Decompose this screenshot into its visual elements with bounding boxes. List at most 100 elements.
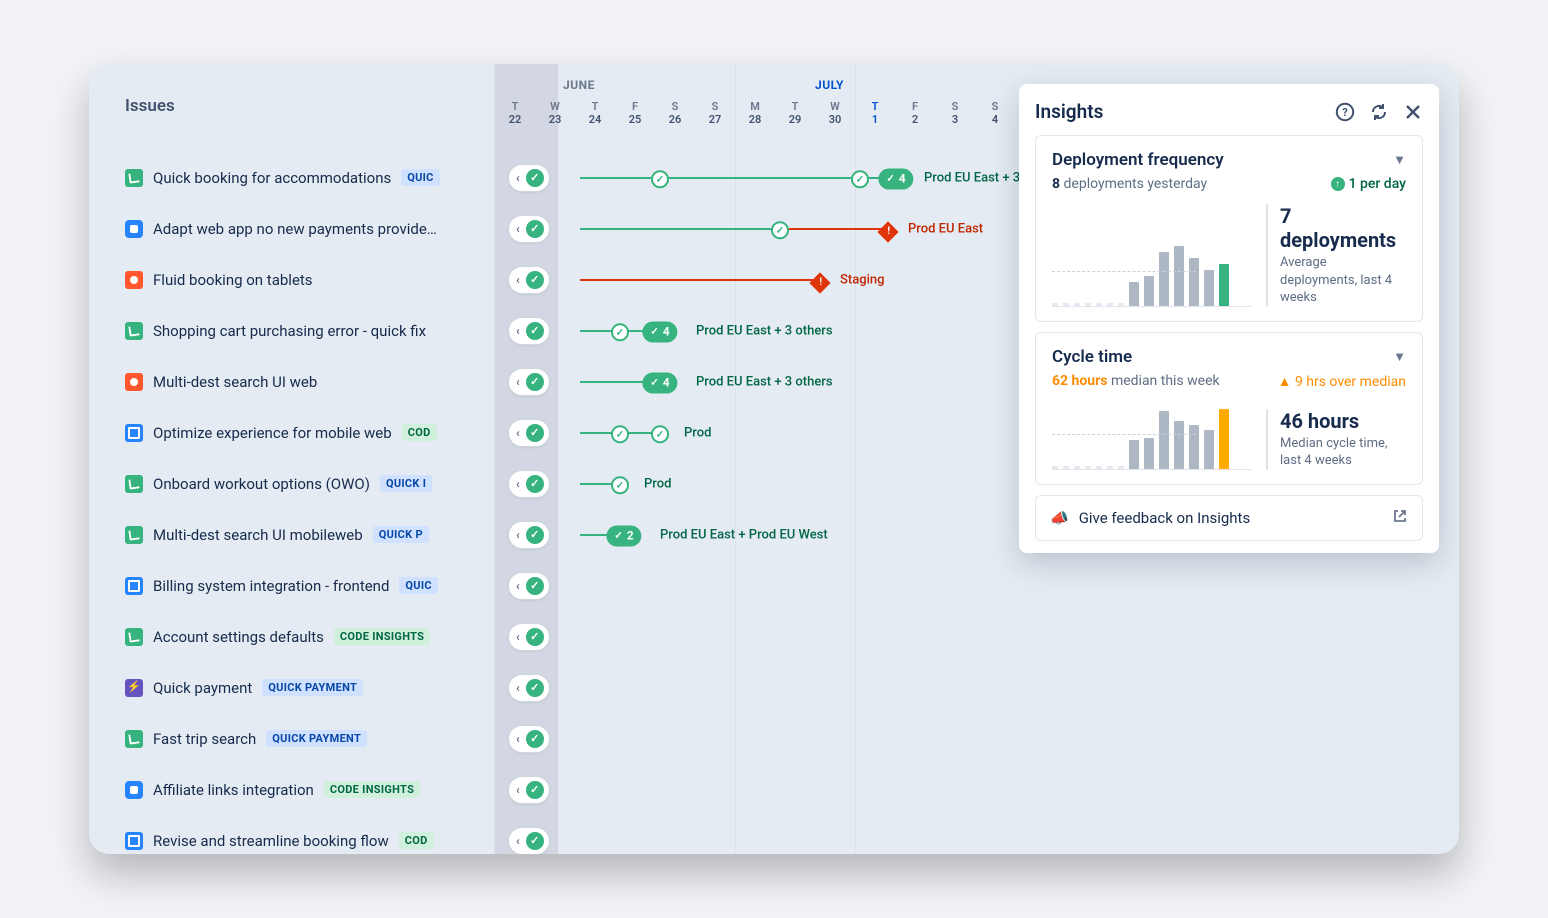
issue-badge: QUIC (401, 169, 439, 186)
issue-row[interactable]: Onboard workout options (OWO)QUICK I (125, 458, 495, 509)
check-outline-icon (611, 323, 629, 341)
issues-column-header: Issues (125, 96, 175, 116)
issue-title: Multi-dest search UI web (153, 373, 317, 391)
collapse-pill[interactable]: ‹ (508, 674, 550, 702)
deploy-metric-big: 7 deployments (1280, 204, 1406, 252)
issue-row[interactable]: Quick paymentQUICK PAYMENT (125, 662, 495, 713)
issue-row[interactable]: Quick booking for accommodations QUIC (125, 152, 495, 203)
check-icon (526, 679, 544, 697)
timeline-segment (580, 381, 652, 383)
check-icon (526, 526, 544, 544)
chevron-down-icon[interactable]: ▼ (1393, 349, 1406, 365)
svg-text:?: ? (1342, 106, 1348, 119)
issue-row[interactable]: Fast trip searchQUICK PAYMENT (125, 713, 495, 764)
check-icon (526, 730, 544, 748)
timeline-row: ‹ (495, 560, 1459, 611)
refresh-icon[interactable] (1369, 102, 1389, 122)
cycle-time-card[interactable]: Cycle time ▼ 62 hours median this week ▲… (1035, 332, 1423, 485)
issue-badge: QUICK PAYMENT (262, 679, 363, 696)
chevron-left-icon: ‹ (514, 222, 522, 236)
timeline-row: ‹ (495, 713, 1459, 764)
issues-list: Quick booking for accommodations QUIC Adap… (125, 152, 495, 854)
check-outline-icon (651, 425, 669, 443)
insights-panel: Insights ? Deployment frequency ▼ 8 depl… (1019, 84, 1439, 553)
issue-row[interactable]: Shopping cart purchasing error - quick f… (125, 305, 495, 356)
collapse-pill[interactable]: ‹ (508, 419, 550, 447)
collapse-pill[interactable]: ‹ (508, 623, 550, 651)
day-column: S3 (935, 100, 975, 126)
check-icon (526, 322, 544, 340)
collapse-pill[interactable]: ‹ (508, 368, 550, 396)
chart-bar (1204, 270, 1214, 306)
story-icon (125, 526, 143, 544)
issue-row[interactable]: Billing system integration - frontendQUI… (125, 560, 495, 611)
error-diamond-icon: ! (877, 221, 898, 242)
collapse-pill[interactable]: ‹ (508, 215, 550, 243)
issue-row[interactable]: Adapt web app no new payments provide… (125, 203, 495, 254)
chevron-down-icon[interactable]: ▼ (1393, 152, 1406, 168)
deployment-count-pill: 4 (642, 321, 677, 342)
environment-label: Prod EU East (908, 221, 983, 236)
issue-badge: COD (399, 832, 434, 849)
bug-icon (125, 271, 143, 289)
bug-icon (125, 373, 143, 391)
collapse-pill[interactable]: ‹ (508, 572, 550, 600)
chevron-left-icon: ‹ (514, 171, 522, 185)
issue-row[interactable]: Affiliate links integrationCODE INSIGHTS (125, 764, 495, 815)
collapse-pill[interactable]: ‹ (508, 470, 550, 498)
feedback-link[interactable]: 📣Give feedback on Insights (1035, 495, 1423, 541)
day-column: W23 (535, 100, 575, 126)
deploy-metric-caption: Average deployments, last 4 weeks (1280, 254, 1406, 307)
deploy-count-number: 8 (1052, 176, 1060, 192)
timeline-row: ‹ (495, 611, 1459, 662)
close-icon[interactable] (1403, 102, 1423, 122)
timeline-row: ‹ (495, 764, 1459, 815)
collapse-pill[interactable]: ‹ (508, 164, 550, 192)
collapse-pill[interactable]: ‹ (508, 827, 550, 855)
collapse-pill[interactable]: ‹ (508, 266, 550, 294)
feature-icon (125, 781, 143, 799)
cycle-metric-caption: Median cycle time, last 4 weeks (1280, 435, 1406, 470)
check-outline-icon (611, 425, 629, 443)
issue-title: Quick booking for accommodations (153, 169, 391, 187)
month-label-june: JUNE (563, 78, 595, 92)
check-icon (526, 832, 544, 850)
issue-row[interactable]: Fluid booking on tablets (125, 254, 495, 305)
issue-title: Billing system integration - frontend (153, 577, 389, 595)
collapse-pill[interactable]: ‹ (508, 521, 550, 549)
chart-bar (1159, 411, 1169, 469)
issue-title: Fluid booking on tablets (153, 271, 313, 289)
collapse-pill[interactable]: ‹ (508, 776, 550, 804)
collapse-pill[interactable]: ‹ (508, 317, 550, 345)
timeline-segment (580, 177, 660, 179)
chevron-left-icon: ‹ (514, 681, 522, 695)
issue-row[interactable]: Revise and streamline booking flowCOD (125, 815, 495, 854)
deployment-count-pill: 2 (606, 525, 641, 546)
deployment-frequency-card[interactable]: Deployment frequency ▼ 8 deployments yes… (1035, 135, 1423, 322)
day-column: W30 (815, 100, 855, 126)
chart-bar (1204, 430, 1214, 469)
issue-badge: CODE INSIGHTS (324, 781, 420, 798)
day-column: T1 (855, 100, 895, 126)
check-icon (526, 220, 544, 238)
chart-bar (1189, 425, 1199, 469)
chevron-left-icon: ‹ (514, 630, 522, 644)
feedback-text: Give feedback on Insights (1079, 509, 1251, 527)
issue-row[interactable]: Account settings defaultsCODE INSIGHTS (125, 611, 495, 662)
collapse-pill[interactable]: ‹ (508, 725, 550, 753)
story-icon (125, 628, 143, 646)
issue-badge: QUICK P (373, 526, 429, 543)
issue-row[interactable]: Multi-dest search UI mobilewebQUICK P (125, 509, 495, 560)
help-icon[interactable]: ? (1335, 102, 1355, 122)
issue-title: Optimize experience for mobile web (153, 424, 392, 442)
day-column: T24 (575, 100, 615, 126)
task-icon (125, 424, 143, 442)
chevron-left-icon: ‹ (514, 528, 522, 542)
task-icon (125, 577, 143, 595)
story-icon (125, 730, 143, 748)
insights-title: Insights (1035, 100, 1103, 123)
issue-row[interactable]: Optimize experience for mobile webCOD (125, 407, 495, 458)
day-column: T29 (775, 100, 815, 126)
issue-row[interactable]: Multi-dest search UI web (125, 356, 495, 407)
timeline-row: ‹ (495, 662, 1459, 713)
